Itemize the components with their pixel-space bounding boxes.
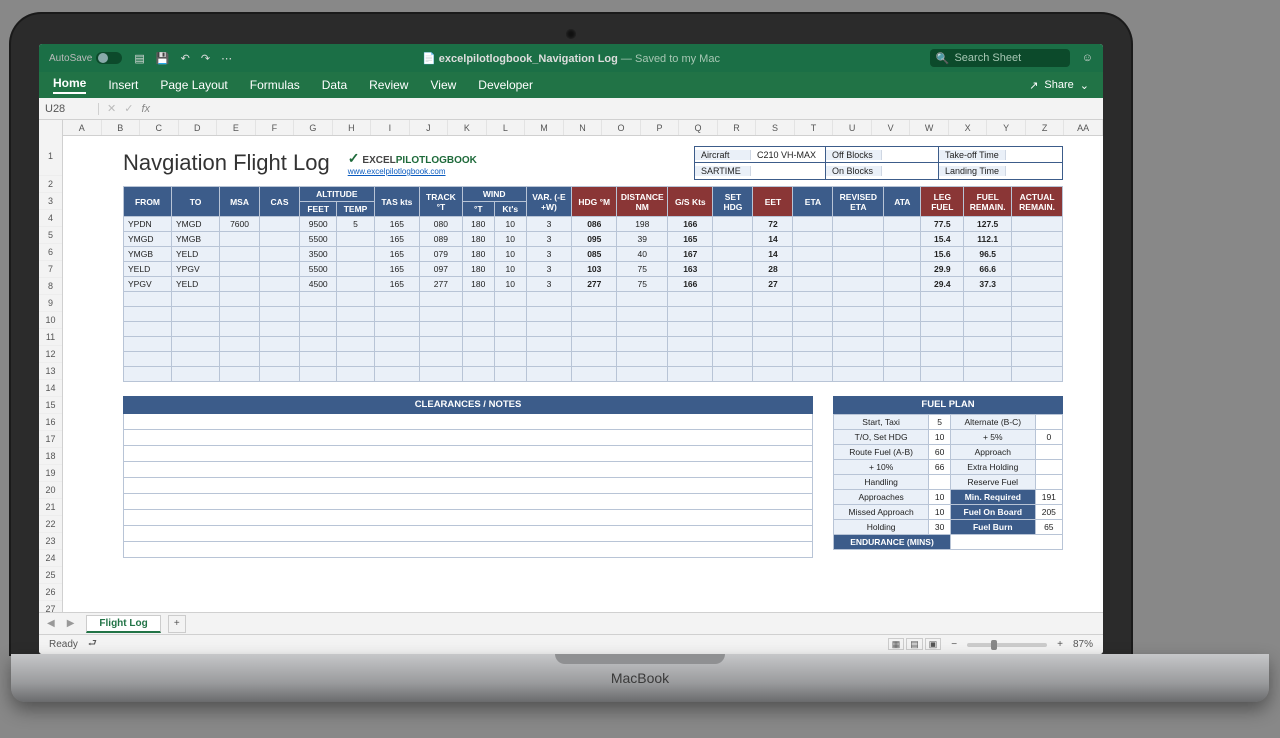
clearances-box[interactable]: CLEARANCES / NOTES: [123, 396, 813, 558]
logo-link[interactable]: www.excelpilotlogbook.com: [348, 167, 477, 176]
ribbon: Home Insert Page Layout Formulas Data Re…: [39, 72, 1103, 98]
zoom-level[interactable]: 87%: [1073, 639, 1093, 650]
sheet-tabs: ◀ ▶ Flight Log +: [39, 612, 1103, 634]
table-row[interactable]: YMGBYELD3500165079180103085401671415.696…: [124, 247, 1063, 262]
info-times: Take-off Time Landing Time: [938, 146, 1063, 180]
search-icon: 🔍: [936, 52, 950, 65]
name-box[interactable]: U28: [39, 103, 99, 115]
zoom-out-icon[interactable]: −: [951, 639, 957, 650]
row-headers[interactable]: 1 2 3 4 56789101112131415161718192021222…: [39, 136, 63, 612]
formula-bar: U28 ✕ ✓ fx: [39, 98, 1103, 120]
info-blocks: Off Blocks On Blocks: [825, 146, 939, 180]
zoom-slider[interactable]: [967, 643, 1047, 647]
tab-view[interactable]: View: [430, 78, 456, 92]
status-ready: Ready: [49, 639, 78, 650]
autosave-toggle[interactable]: AutoSave: [49, 52, 122, 64]
laptop-base: MacBook: [11, 654, 1269, 702]
tab-page-layout[interactable]: Page Layout: [160, 78, 227, 92]
view-buttons[interactable]: ▦▤▣: [886, 639, 942, 650]
table-row[interactable]: YPDNYMGD76009500516508018010308619816672…: [124, 217, 1063, 232]
sheet-tab-flight-log[interactable]: Flight Log: [86, 615, 160, 633]
save-icon-2[interactable]: 💾: [156, 53, 170, 65]
more-icon[interactable]: ⋯: [221, 53, 232, 65]
chevron-down-icon[interactable]: ⌄: [1080, 79, 1089, 92]
table-row[interactable]: YPGVYELD4500165277180103277751662729.437…: [124, 277, 1063, 292]
tab-insert[interactable]: Insert: [108, 78, 138, 92]
share-button[interactable]: Share: [1044, 79, 1073, 91]
tab-prev-icon[interactable]: ◀: [47, 618, 55, 629]
tab-formulas[interactable]: Formulas: [250, 78, 300, 92]
share-icon[interactable]: ↗: [1029, 79, 1038, 92]
nav-table[interactable]: FROM TO MSA CAS ALTITUDE TAS kts TRACK °…: [123, 186, 1063, 382]
document-title: 📄 excelpilotlogbook_Navigation Log — Sav…: [422, 52, 720, 65]
page-title: Navgiation Flight Log: [123, 150, 330, 176]
column-headers[interactable]: ABCDEFGHIJKLMNOPQRSTUVWXYZAA: [39, 120, 1103, 136]
table-row[interactable]: YELDYPGV5500165097180103103751632829.966…: [124, 262, 1063, 277]
undo-icon[interactable]: ↶: [181, 53, 190, 65]
search-input[interactable]: 🔍 Search Sheet: [930, 49, 1070, 67]
cancel-icon[interactable]: ✕: [107, 102, 116, 115]
save-icon[interactable]: ▤: [134, 53, 144, 65]
spreadsheet-grid[interactable]: 1 2 3 4 56789101112131415161718192021222…: [39, 136, 1103, 612]
tab-data[interactable]: Data: [322, 78, 347, 92]
titlebar: AutoSave ▤ 💾 ↶ ↷ ⋯ 📄 excelpilotlogbook_N…: [39, 44, 1103, 72]
confirm-icon[interactable]: ✓: [124, 102, 133, 115]
smile-icon[interactable]: ☺︎: [1082, 52, 1093, 64]
tab-home[interactable]: Home: [53, 76, 86, 94]
info-aircraft: AircraftC210 VH-MAX SARTIME: [694, 146, 826, 180]
redo-icon[interactable]: ↷: [201, 53, 210, 65]
zoom-in-icon[interactable]: +: [1057, 639, 1063, 650]
tab-next-icon[interactable]: ▶: [67, 618, 75, 629]
tab-review[interactable]: Review: [369, 78, 408, 92]
file-icon: 📄: [422, 53, 436, 65]
table-row[interactable]: YMGDYMGB5500165089180103095391651415.411…: [124, 232, 1063, 247]
quick-access-toolbar: ▤ 💾 ↶ ↷ ⋯: [130, 52, 236, 65]
fuel-plan-box: FUEL PLAN Start, Taxi5Alternate (B-C) T/…: [833, 396, 1063, 558]
tab-developer[interactable]: Developer: [478, 78, 533, 92]
status-bar: Ready ⮐ ▦▤▣ − + 87%: [39, 634, 1103, 654]
fx-label[interactable]: fx: [141, 103, 150, 115]
add-sheet-button[interactable]: +: [168, 615, 186, 633]
logo: ✓EXCELPILOTLOGBOOK www.excelpilotlogbook…: [348, 150, 477, 176]
accessibility-icon[interactable]: ⮐: [88, 636, 97, 653]
